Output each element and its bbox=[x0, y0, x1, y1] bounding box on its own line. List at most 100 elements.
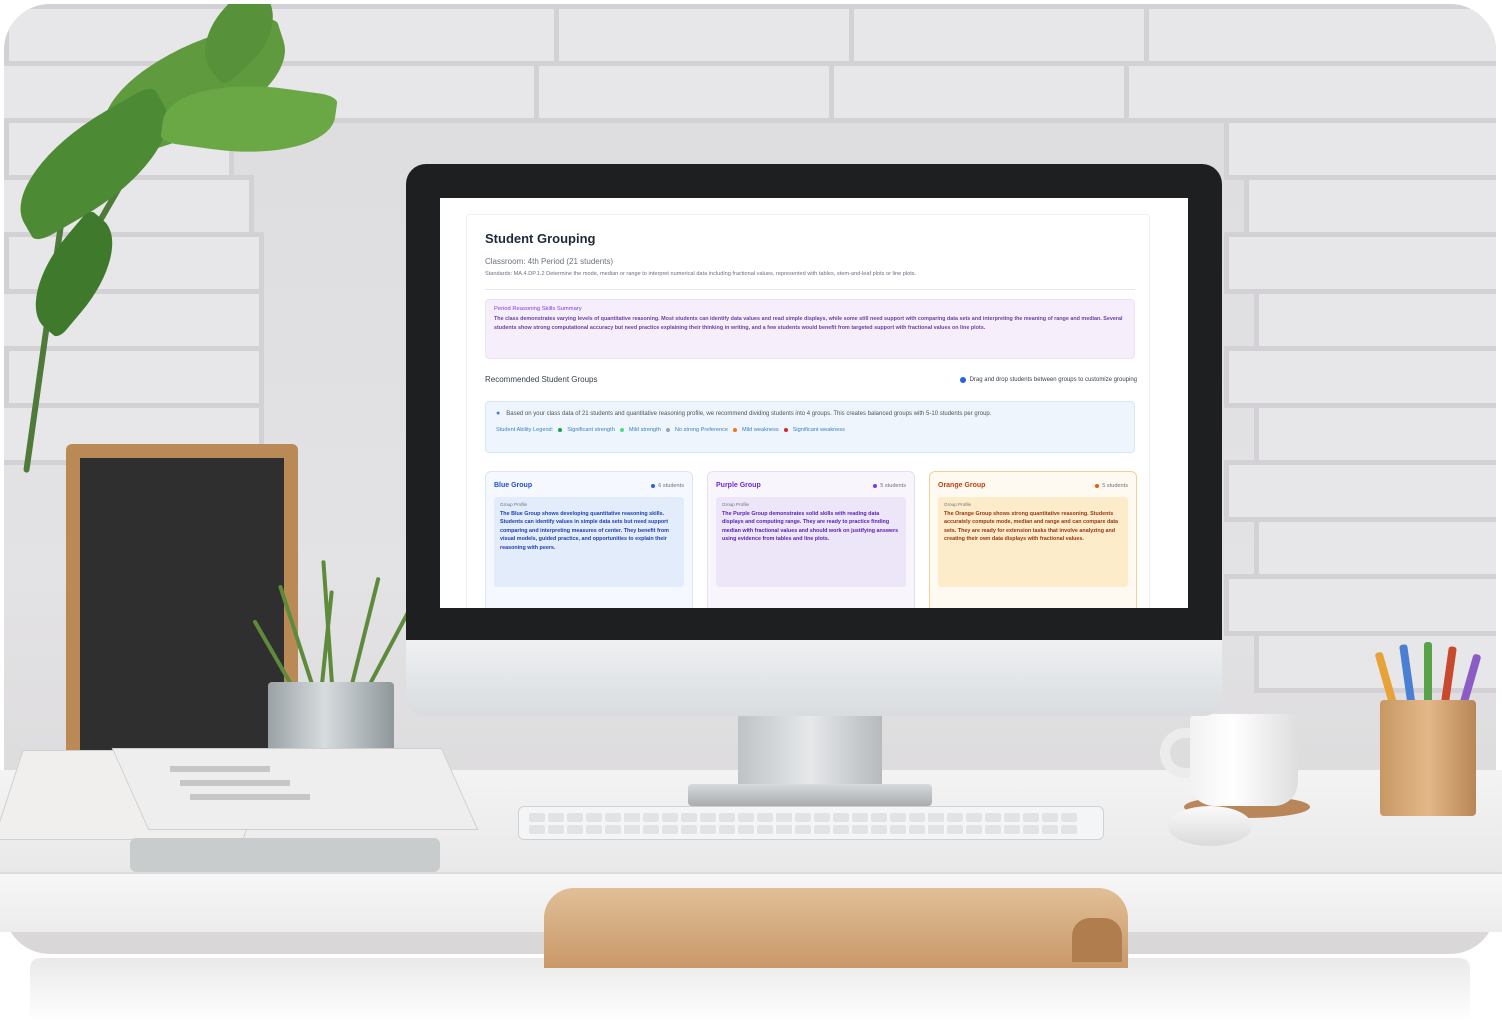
keyboard-key bbox=[890, 813, 906, 822]
group-card-purple[interactable]: Purple Group 5 students Group Profile Th… bbox=[707, 471, 915, 608]
monitor-screen: Student Grouping Classroom: 4th Period (… bbox=[440, 198, 1188, 608]
keyboard-key bbox=[681, 825, 697, 834]
group-profile-label: Group Profile bbox=[944, 502, 972, 507]
legend-label: Student Ability Legend: bbox=[496, 427, 554, 433]
keyboard-key bbox=[928, 813, 944, 822]
keyboard-key bbox=[833, 825, 849, 834]
keyboard-key bbox=[1042, 813, 1058, 822]
legend-dot-icon bbox=[665, 428, 670, 432]
students-icon bbox=[1095, 483, 1100, 488]
keyboard bbox=[518, 806, 1104, 840]
keyboard-key bbox=[605, 825, 621, 834]
keyboard-key bbox=[662, 825, 678, 834]
group-card-orange[interactable]: Orange Group 5 students Group Profile Th… bbox=[929, 471, 1137, 608]
wall-brick bbox=[829, 61, 1129, 123]
book-text-line bbox=[180, 780, 290, 786]
group-profile-text: The Blue Group shows developing quantita… bbox=[500, 511, 669, 551]
keyboard-key bbox=[757, 813, 773, 822]
keyboard-key bbox=[529, 813, 545, 822]
keyboard-key bbox=[852, 813, 868, 822]
keyboard-key bbox=[966, 813, 982, 822]
monitor-chin bbox=[406, 640, 1222, 716]
wall-brick bbox=[1254, 403, 1496, 465]
keyboard-key bbox=[700, 825, 716, 834]
group-count-text: 5 students bbox=[880, 482, 906, 489]
keyboard-key bbox=[852, 825, 868, 834]
wall-brick bbox=[1254, 631, 1496, 693]
keyboard-key bbox=[529, 825, 545, 834]
classroom-label: Classroom: 4th Period (21 students) bbox=[485, 257, 614, 266]
legend-item: Mild strength bbox=[628, 427, 661, 433]
wall-brick bbox=[1244, 175, 1496, 237]
keyboard-key bbox=[985, 813, 1001, 822]
recommended-groups-title: Recommended Student Groups bbox=[485, 375, 598, 384]
keyboard-key bbox=[586, 825, 602, 834]
standard-text: Standards: MA.4.DP.1.2 Determine the mod… bbox=[485, 271, 917, 277]
group-profile-label: Group Profile bbox=[722, 502, 750, 507]
keyboard-key bbox=[795, 825, 811, 834]
monitor-stand bbox=[738, 716, 882, 790]
pencil bbox=[1424, 642, 1432, 706]
keyboard-key bbox=[757, 825, 773, 834]
keyboard-key bbox=[567, 825, 583, 834]
group-count: 5 students bbox=[873, 483, 906, 489]
wall-brick bbox=[554, 4, 854, 66]
keyboard-key bbox=[738, 825, 754, 834]
wall-brick bbox=[849, 4, 1149, 66]
group-name: Blue Group bbox=[494, 482, 533, 489]
keyboard-key bbox=[1023, 813, 1039, 822]
ability-legend: Student Ability Legend: Significant stre… bbox=[496, 427, 1124, 433]
keyboard-key bbox=[1004, 813, 1020, 822]
student-grouping-panel: Student Grouping Classroom: 4th Period (… bbox=[466, 214, 1150, 608]
keyboard-key bbox=[624, 813, 640, 822]
wall-brick bbox=[1224, 118, 1496, 180]
keyboard-key bbox=[681, 813, 697, 822]
group-profile-text: The Purple Group demonstrates solid skil… bbox=[722, 511, 899, 543]
keyboard-key bbox=[909, 825, 925, 834]
divider bbox=[485, 289, 1135, 290]
keyboard-key bbox=[776, 813, 792, 822]
wall-brick bbox=[1224, 574, 1496, 636]
keyboard-key bbox=[890, 825, 906, 834]
keyboard-key bbox=[719, 825, 735, 834]
keyboard-key bbox=[871, 825, 887, 834]
legend-item: Significant weakness bbox=[792, 427, 845, 433]
recommendation-info-box: ● Based on your class data of 21 student… bbox=[485, 401, 1135, 453]
wall-brick bbox=[259, 4, 559, 66]
group-count: 5 students bbox=[1095, 483, 1128, 489]
wall-brick bbox=[1224, 460, 1496, 522]
coffee-mug bbox=[1190, 714, 1298, 806]
students-icon bbox=[651, 483, 656, 488]
info-dot-icon bbox=[959, 377, 966, 383]
wall-brick bbox=[1224, 346, 1496, 408]
chair-back bbox=[544, 888, 1128, 968]
wall-brick bbox=[1254, 289, 1496, 351]
group-profile: Group Profile The Purple Group demonstra… bbox=[716, 497, 906, 587]
group-profile: Group Profile The Orange Group shows str… bbox=[938, 497, 1128, 587]
tablet-device bbox=[130, 838, 440, 872]
keyboard-key bbox=[947, 813, 963, 822]
keyboard-key bbox=[985, 825, 1001, 834]
keyboard-key bbox=[871, 813, 887, 822]
group-card-blue[interactable]: Blue Group 6 students Group Profile The … bbox=[485, 471, 693, 608]
keyboard-key bbox=[814, 813, 830, 822]
group-name: Orange Group bbox=[938, 482, 986, 489]
keyboard-key bbox=[567, 813, 583, 822]
legend-dot-icon bbox=[619, 428, 624, 432]
legend-item: No strong Preference bbox=[674, 427, 729, 433]
keyboard-key bbox=[548, 825, 564, 834]
keyboard-key bbox=[719, 813, 735, 822]
keyboard-key bbox=[947, 825, 963, 834]
monitor-stand-base bbox=[688, 784, 932, 806]
keyboard-key bbox=[662, 813, 678, 822]
keyboard-key bbox=[1061, 813, 1077, 822]
keyboard-key bbox=[814, 825, 830, 834]
book-text-line bbox=[190, 794, 310, 800]
legend-item: Mild weakness bbox=[742, 427, 779, 433]
wall-brick bbox=[1124, 61, 1496, 123]
keyboard-key bbox=[1042, 825, 1058, 834]
keyboard-key bbox=[1061, 825, 1077, 834]
reasoning-summary-box: Period Reasoning Skills Summary The clas… bbox=[485, 299, 1135, 359]
keyboard-key bbox=[928, 825, 944, 834]
keyboard-key bbox=[700, 813, 716, 822]
